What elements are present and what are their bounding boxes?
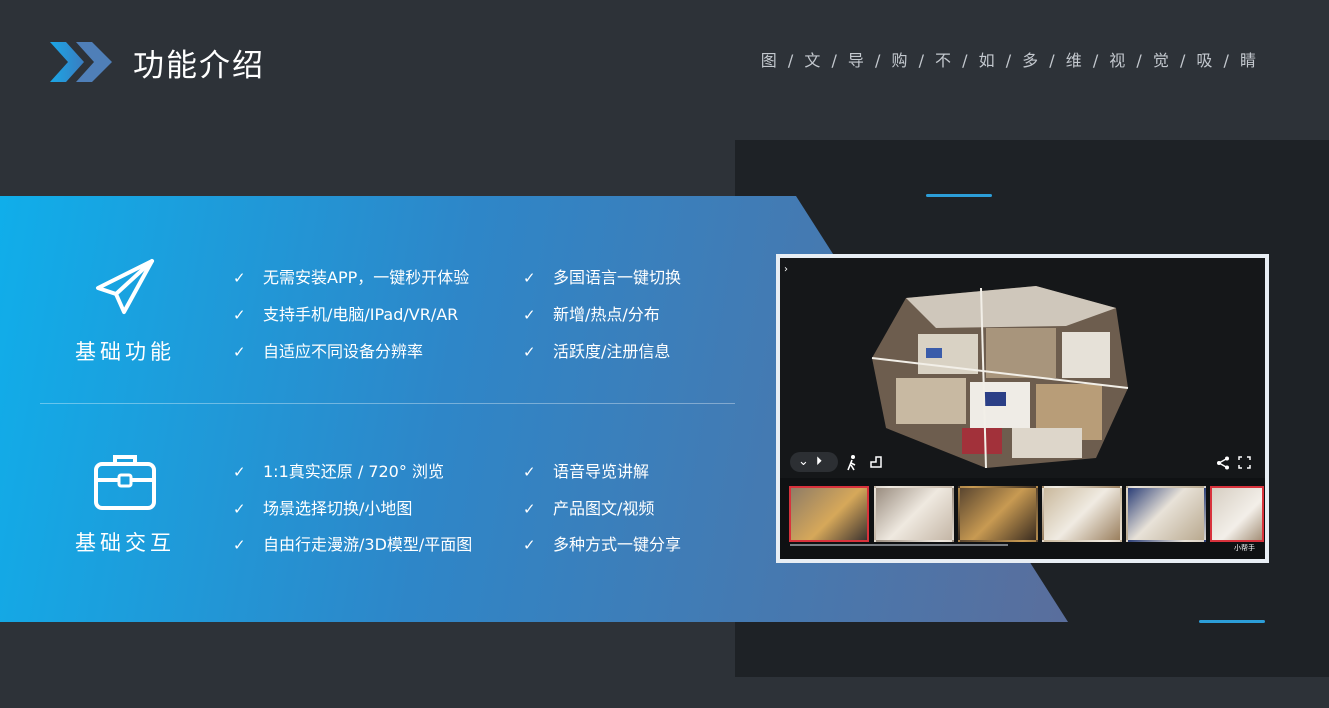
page-title: 功能介绍 <box>133 48 265 84</box>
scene-thumbnail[interactable] <box>874 486 954 542</box>
check-icon: ✓ <box>233 269 246 287</box>
section-label-basic-interaction: 基础交互 <box>75 531 175 555</box>
feature-item: ✓ 多国语言一键切换 <box>523 268 682 287</box>
slogan: 图 / 文 / 导 / 购 / 不 / 如 / 多 / 维 / 视 / 觉 / … <box>760 51 1259 70</box>
scene-thumbnail[interactable] <box>1126 486 1206 542</box>
accent-line-top <box>926 194 992 197</box>
feature-item: ✓ 产品图文/视频 <box>523 499 655 518</box>
double-chevron-logo-icon <box>50 42 112 82</box>
check-icon: ✓ <box>523 463 536 481</box>
check-icon: ✓ <box>233 536 246 554</box>
dollhouse-model-image[interactable] <box>866 278 1166 468</box>
feature-item: ✓ 场景选择切换/小地图 <box>233 499 413 518</box>
scene-thumbnail[interactable] <box>1210 486 1264 542</box>
feature-item: ✓ 支持手机/电脑/IPad/VR/AR <box>233 305 459 324</box>
accent-line-bottom <box>1199 620 1265 623</box>
feature-item: ✓ 自由行走漫游/3D模型/平面图 <box>233 535 473 554</box>
fullscreen-icon[interactable] <box>1238 456 1251 469</box>
section-divider <box>40 403 735 404</box>
scene-thumbnail[interactable] <box>789 486 869 542</box>
check-icon: ✓ <box>233 463 246 481</box>
check-icon: ✓ <box>233 306 246 324</box>
feature-item: ✓ 自适应不同设备分辨率 <box>233 342 424 361</box>
feature-item: ✓ 语音导览讲解 <box>523 462 650 481</box>
play-icon[interactable]: ⏵ <box>816 454 822 469</box>
feature-item: ✓ 新增/热点/分布 <box>523 305 660 324</box>
section-label-basic-functions: 基础功能 <box>75 340 175 364</box>
paper-plane-icon <box>96 259 154 314</box>
chevron-down-icon[interactable]: ⌄ <box>798 454 809 469</box>
expand-icon[interactable]: › <box>784 264 788 275</box>
check-icon: ✓ <box>233 343 246 361</box>
scene-thumbnail[interactable] <box>958 486 1038 542</box>
check-icon: ✓ <box>523 269 536 287</box>
feature-item: ✓ 1:1真实还原 / 720° 浏览 <box>233 462 444 481</box>
floorplan-icon[interactable] <box>870 456 882 468</box>
share-icon[interactable] <box>1216 456 1230 470</box>
feature-item: ✓ 多种方式一键分享 <box>523 535 682 554</box>
3d-viewer[interactable]: › ⌄ ⏵ 小帮手 <box>780 258 1265 559</box>
feature-item: ✓ 活跃度/注册信息 <box>523 342 671 361</box>
check-icon: ✓ <box>523 536 536 554</box>
feature-item: ✓ 无需安装APP，一键秒开体验 <box>233 268 470 287</box>
scene-thumbnail[interactable] <box>1042 486 1122 542</box>
thumbnail-scrollbar[interactable] <box>790 544 1008 546</box>
walk-icon[interactable] <box>846 455 858 471</box>
briefcase-icon <box>94 455 156 510</box>
check-icon: ✓ <box>523 306 536 324</box>
viewer-screenshot-frame: › ⌄ ⏵ 小帮手 <box>776 254 1269 563</box>
check-icon: ✓ <box>523 500 536 518</box>
check-icon: ✓ <box>233 500 246 518</box>
brand-label: 小帮手 <box>1234 544 1255 552</box>
check-icon: ✓ <box>523 343 536 361</box>
